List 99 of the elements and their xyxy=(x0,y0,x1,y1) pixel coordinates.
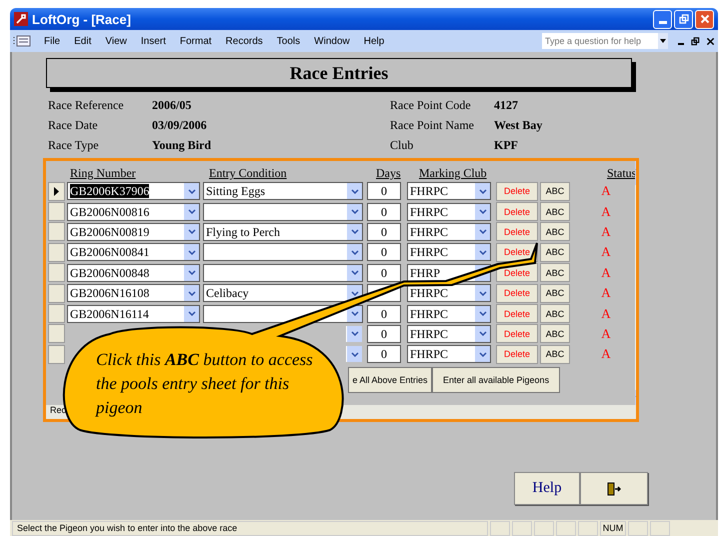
marking-club-combo[interactable]: FHRPC xyxy=(407,182,491,200)
minimize-icon[interactable] xyxy=(678,42,684,44)
help-button[interactable]: Help xyxy=(514,472,580,505)
abc-button[interactable]: ABC xyxy=(540,263,570,282)
exit-door-icon xyxy=(607,482,621,496)
abc-button[interactable]: ABC xyxy=(540,222,570,242)
menu-item[interactable]: Edit xyxy=(74,36,92,46)
window-title: LoftOrg - [Race] xyxy=(32,12,131,26)
field-value: KPF xyxy=(494,138,518,153)
ring-number-combo[interactable]: GB2006N00848 xyxy=(67,264,200,282)
abc-button[interactable]: ABC xyxy=(540,182,570,201)
column-header: Status xyxy=(606,166,635,181)
field-value: 03/09/2006 xyxy=(152,118,207,133)
days-field[interactable]: 0 xyxy=(367,304,401,323)
menu-item[interactable]: View xyxy=(105,36,127,46)
field-value: 2006/05 xyxy=(152,98,192,113)
field-label: Race Point Name xyxy=(390,118,475,133)
status-value: A xyxy=(600,346,612,362)
record-navigator-label: Rec xyxy=(50,405,66,415)
status-value: A xyxy=(600,285,612,302)
abc-button[interactable]: ABC xyxy=(540,344,570,364)
field-label: Race Date xyxy=(48,118,99,133)
field-label: Race Reference xyxy=(48,98,125,113)
status-value: A xyxy=(600,244,612,260)
menu-item[interactable]: Window xyxy=(314,36,350,46)
ring-number-combo[interactable]: GB2006K37906 xyxy=(67,182,200,200)
menu-item[interactable]: Tools xyxy=(276,36,300,46)
marking-club-combo[interactable]: FHRPC xyxy=(407,324,491,343)
restore-icon[interactable] xyxy=(691,36,700,46)
close-icon xyxy=(700,14,710,24)
field-label: Race Type xyxy=(48,138,100,153)
days-field[interactable]: 0 xyxy=(367,324,401,343)
callout-text: Click this ABC button to access the pools entry sheet for this pigeon xyxy=(96,349,314,419)
delete-all-button[interactable]: e All Above Entries xyxy=(348,366,432,393)
field-label: Race Point Code xyxy=(390,98,472,113)
abc-button[interactable]: ABC xyxy=(540,242,570,262)
column-header: Days xyxy=(375,166,402,181)
close-icon[interactable] xyxy=(706,36,715,46)
abc-button[interactable]: ABC xyxy=(540,284,570,303)
current-row-icon xyxy=(54,186,59,196)
column-header: Marking Club xyxy=(418,166,488,181)
status-value: A xyxy=(600,224,612,240)
ring-number-combo[interactable]: GB2006N00816 xyxy=(67,202,200,221)
field-label: Club xyxy=(390,138,414,153)
dropdown-icon[interactable] xyxy=(660,39,666,43)
field-value: West Bay xyxy=(494,118,542,133)
status-value: A xyxy=(600,264,612,281)
key-icon xyxy=(14,12,28,26)
marking-club-combo[interactable]: FHRPC xyxy=(407,243,491,262)
row-selector[interactable] xyxy=(48,182,65,201)
abc-button[interactable]: ABC xyxy=(540,304,570,324)
minimize-icon xyxy=(658,21,666,24)
days-field[interactable]: 0 xyxy=(367,182,401,200)
entry-condition-combo[interactable]: Celibacy xyxy=(203,284,363,302)
marking-club-combo[interactable]: FHRPC xyxy=(407,304,491,323)
field-value: 4127 xyxy=(494,98,518,113)
abc-button[interactable]: ABC xyxy=(540,202,570,222)
restore-button[interactable] xyxy=(674,10,693,28)
entry-condition-combo[interactable]: Flying to Perch xyxy=(203,222,363,241)
column-header: Ring Number xyxy=(69,166,137,181)
status-value: A xyxy=(600,326,612,342)
days-field[interactable]: 0 xyxy=(367,345,401,364)
menu-item[interactable]: File xyxy=(44,36,60,46)
field-value: Young Bird xyxy=(152,138,212,153)
entry-condition-combo[interactable] xyxy=(203,202,363,221)
ring-number-combo[interactable]: GB2006N16108 xyxy=(67,284,200,302)
menu-item[interactable]: Format xyxy=(180,36,212,46)
exit-button[interactable] xyxy=(580,472,648,505)
status-message: Select the Pigeon you wish to enter into the above race xyxy=(12,520,488,536)
days-field[interactable]: 0 xyxy=(367,243,401,262)
marking-club-combo[interactable]: FHRPC xyxy=(407,284,491,302)
days-field[interactable]: 0 xyxy=(367,222,401,241)
ring-number-combo[interactable]: GB2006N00819 xyxy=(67,222,200,241)
ring-number-combo[interactable]: GB2006N16114 xyxy=(67,304,200,323)
enter-all-button[interactable]: Enter all available Pigeons xyxy=(432,366,560,393)
close-button[interactable] xyxy=(695,10,714,28)
form-icon[interactable] xyxy=(13,35,31,47)
days-field[interactable]: 0 xyxy=(367,202,401,221)
entry-condition-combo[interactable]: Sitting Eggs xyxy=(203,182,363,200)
menu-item[interactable]: Help xyxy=(364,36,384,46)
column-header: Entry Condition xyxy=(208,166,288,181)
days-field[interactable]: 0 xyxy=(367,264,401,282)
abc-button[interactable]: ABC xyxy=(540,324,570,344)
restore-icon xyxy=(678,14,688,24)
marking-club-combo[interactable]: FHRPC xyxy=(407,345,491,364)
minimize-button[interactable] xyxy=(653,10,672,28)
menu-item[interactable]: Insert xyxy=(140,36,166,46)
status-value: A xyxy=(600,183,612,200)
entry-condition-combo[interactable] xyxy=(203,243,363,262)
form-title: Race Entries xyxy=(290,62,388,84)
status-value: A xyxy=(600,306,612,322)
marking-club-combo[interactable]: FHRPC xyxy=(407,222,491,241)
marking-club-combo[interactable]: FHRPC xyxy=(407,202,491,221)
status-value: A xyxy=(600,204,612,220)
help-search-field[interactable]: Type a question for help xyxy=(542,33,668,49)
entry-condition-combo[interactable] xyxy=(203,264,363,282)
menu-item[interactable]: Records xyxy=(226,36,263,46)
ring-number-combo[interactable]: GB2006N00841 xyxy=(67,243,200,262)
status-panel: NUM xyxy=(600,520,626,536)
